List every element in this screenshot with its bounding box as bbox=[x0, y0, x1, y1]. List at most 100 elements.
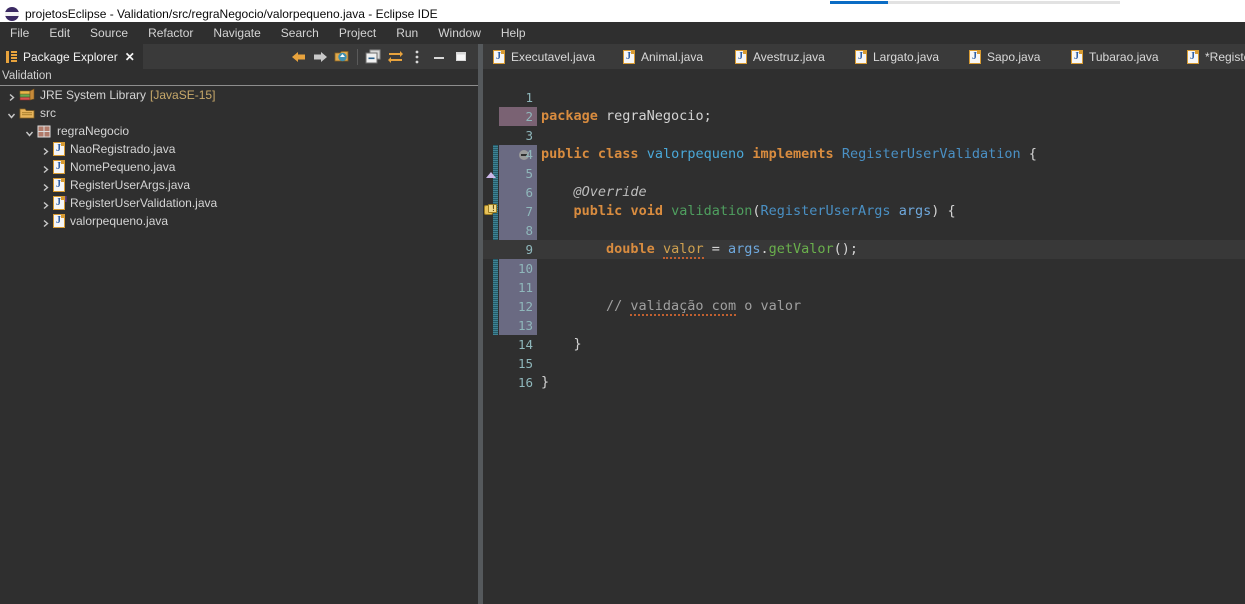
tree-item-valorpequeno-java[interactable]: J valorpequeno.java bbox=[0, 212, 478, 230]
code-line[interactable]: 9 bbox=[483, 221, 1245, 257]
package-explorer-tab-strip: Package Explorer ✕ bbox=[0, 44, 478, 69]
package-explorer-project-header: Validation bbox=[0, 69, 478, 86]
menu-item-file[interactable]: File bbox=[0, 23, 39, 44]
eclipse-logo-icon bbox=[5, 6, 19, 21]
editor-tab-label: Largato.java bbox=[873, 49, 940, 64]
tab-package-explorer[interactable]: Package Explorer ✕ bbox=[0, 44, 143, 69]
code-line[interactable]: 15 } bbox=[483, 335, 1245, 390]
tree-item-jre-system-library[interactable]: JRE System Library [JavaSE-15] bbox=[0, 86, 478, 104]
title-bar: projetosEclipse - Validation/src/regraNe… bbox=[0, 5, 1245, 22]
editor-tab-tubarao[interactable]: J Tubarao.java bbox=[1065, 44, 1165, 69]
back-icon[interactable] bbox=[287, 44, 309, 69]
code-line[interactable]: 1 package regraNegocio; bbox=[483, 69, 1245, 124]
menu-item-source[interactable]: Source bbox=[80, 23, 138, 44]
window-title: projetosEclipse - Validation/src/regraNe… bbox=[25, 6, 438, 21]
menu-item-edit[interactable]: Edit bbox=[39, 23, 80, 44]
java-file-icon: J bbox=[969, 49, 981, 64]
package-icon bbox=[37, 125, 52, 138]
menu-item-project[interactable]: Project bbox=[329, 23, 386, 44]
code-line[interactable]: 4 bbox=[483, 126, 1245, 162]
code-line[interactable]: 6 public void validation(RegisterUserArg… bbox=[483, 164, 1245, 219]
editor-tab-strip: J Executavel.java J Animal.java J Avestr… bbox=[483, 44, 1245, 70]
tree-item-registeruserargs-java[interactable]: J RegisterUserArgs.java bbox=[0, 176, 478, 194]
chevron-down-icon[interactable] bbox=[24, 126, 35, 137]
editor-tab-label: Tubarao.java bbox=[1089, 49, 1159, 64]
jre-library-icon bbox=[19, 88, 35, 102]
code-line[interactable]: 10 bbox=[483, 240, 1245, 276]
java-file-icon: J bbox=[735, 49, 747, 64]
package-explorer-toolbar bbox=[287, 44, 472, 69]
code-line[interactable]: 14 bbox=[483, 316, 1245, 352]
chevron-right-icon[interactable] bbox=[40, 144, 51, 155]
code-line[interactable]: 11 // validação com o valor bbox=[483, 259, 1245, 316]
code-line[interactable]: 8 double valor = args.getValor(); bbox=[483, 202, 1245, 259]
minimize-icon[interactable] bbox=[428, 44, 450, 69]
tree-item-label: regraNegocio bbox=[57, 124, 130, 138]
package-explorer-tree: JRE System Library [JavaSE-15] src regra… bbox=[0, 86, 478, 604]
collapse-all-icon[interactable] bbox=[362, 44, 384, 69]
editor-tab-animal[interactable]: J Animal.java bbox=[617, 44, 709, 69]
code-line[interactable]: 12 bbox=[483, 278, 1245, 314]
code-line[interactable]: 3 public class valorpequeno implements R… bbox=[483, 107, 1245, 162]
tree-item-label: RegisterUserValidation.java bbox=[70, 196, 218, 210]
editor-tab-executavel[interactable]: J Executavel.java bbox=[487, 44, 601, 69]
menu-item-refactor[interactable]: Refactor bbox=[138, 23, 203, 44]
java-file-icon: J bbox=[53, 160, 65, 174]
collapse-to-home-icon[interactable] bbox=[331, 44, 353, 69]
java-file-icon: J bbox=[493, 49, 505, 64]
tree-item-src[interactable]: src bbox=[0, 104, 478, 122]
maximize-icon[interactable] bbox=[450, 44, 472, 69]
editor-tab-label: Sapo.java bbox=[987, 49, 1041, 64]
editor-tab-sapo[interactable]: J Sapo.java bbox=[963, 44, 1046, 69]
tree-item-label: NomePequeno.java bbox=[70, 160, 176, 174]
tree-item-suffix: [JavaSE-15] bbox=[150, 88, 216, 102]
eclipse-ide-window: projetosEclipse - Validation/src/regraNe… bbox=[0, 0, 1245, 604]
forward-icon[interactable] bbox=[309, 44, 331, 69]
java-file-icon: J bbox=[623, 49, 635, 64]
chevron-right-icon[interactable] bbox=[40, 216, 51, 227]
menu-item-help[interactable]: Help bbox=[491, 23, 536, 44]
code-line[interactable]: 13 } bbox=[483, 297, 1245, 352]
tree-item-label: RegisterUserArgs.java bbox=[70, 178, 191, 192]
code-editor[interactable]: ! 1 package regraNegocio; 2 3 public cla… bbox=[483, 69, 1245, 604]
editor-tab-avestruz[interactable]: J Avestruz.java bbox=[729, 44, 831, 69]
tree-item-label: valorpequeno.java bbox=[70, 214, 169, 228]
code-line[interactable]: 5 @Override bbox=[483, 145, 1245, 200]
tree-item-label: JRE System Library bbox=[40, 88, 147, 102]
tree-item-naoregistrado-java[interactable]: J NaoRegistrado.java bbox=[0, 140, 478, 158]
package-explorer-view: Package Explorer ✕ Validation JRE System… bbox=[0, 44, 478, 604]
tree-item-regranegocio[interactable]: regraNegocio bbox=[0, 122, 478, 140]
menu-item-run[interactable]: Run bbox=[386, 23, 428, 44]
menu-item-navigate[interactable]: Navigate bbox=[203, 23, 270, 44]
code-line[interactable]: 2 bbox=[483, 88, 1245, 124]
package-explorer-icon bbox=[6, 50, 17, 63]
chevron-right-icon[interactable] bbox=[40, 180, 51, 191]
chevron-down-icon[interactable] bbox=[6, 108, 17, 119]
editor-tab-register[interactable]: J *Register bbox=[1181, 44, 1245, 69]
link-with-editor-icon[interactable] bbox=[384, 44, 406, 69]
editor-area: J Executavel.java J Animal.java J Avestr… bbox=[483, 44, 1245, 604]
chevron-right-icon[interactable] bbox=[40, 198, 51, 209]
editor-tab-label: Avestruz.java bbox=[753, 49, 825, 64]
tree-item-registeruservalidation-java[interactable]: JI RegisterUserValidation.java bbox=[0, 194, 478, 212]
java-file-icon: J bbox=[53, 142, 65, 156]
editor-tab-largato[interactable]: J Largato.java bbox=[849, 44, 945, 69]
tree-item-nomepequeno-java[interactable]: J NomePequeno.java bbox=[0, 158, 478, 176]
menu-item-search[interactable]: Search bbox=[271, 23, 329, 44]
menu-bar: File Edit Source Refactor Navigate Searc… bbox=[0, 22, 1245, 45]
java-interface-icon: JI bbox=[53, 195, 67, 210]
menu-item-window[interactable]: Window bbox=[428, 23, 491, 44]
code-line[interactable]: 16 bbox=[483, 354, 1245, 390]
chevron-right-icon[interactable] bbox=[40, 162, 51, 173]
close-icon[interactable]: ✕ bbox=[125, 51, 135, 63]
chevron-right-icon[interactable] bbox=[6, 90, 17, 101]
java-file-icon: J bbox=[1071, 49, 1083, 64]
editor-tab-label: Executavel.java bbox=[511, 49, 596, 64]
java-file-icon: J bbox=[53, 178, 65, 192]
line-number: 16 bbox=[517, 375, 533, 390]
java-file-icon: J bbox=[53, 214, 65, 228]
tab-label: Package Explorer bbox=[23, 49, 118, 64]
code-line[interactable]: 7 bbox=[483, 183, 1245, 219]
view-menu-icon[interactable] bbox=[406, 44, 428, 69]
editor-tab-label: Animal.java bbox=[641, 49, 704, 64]
